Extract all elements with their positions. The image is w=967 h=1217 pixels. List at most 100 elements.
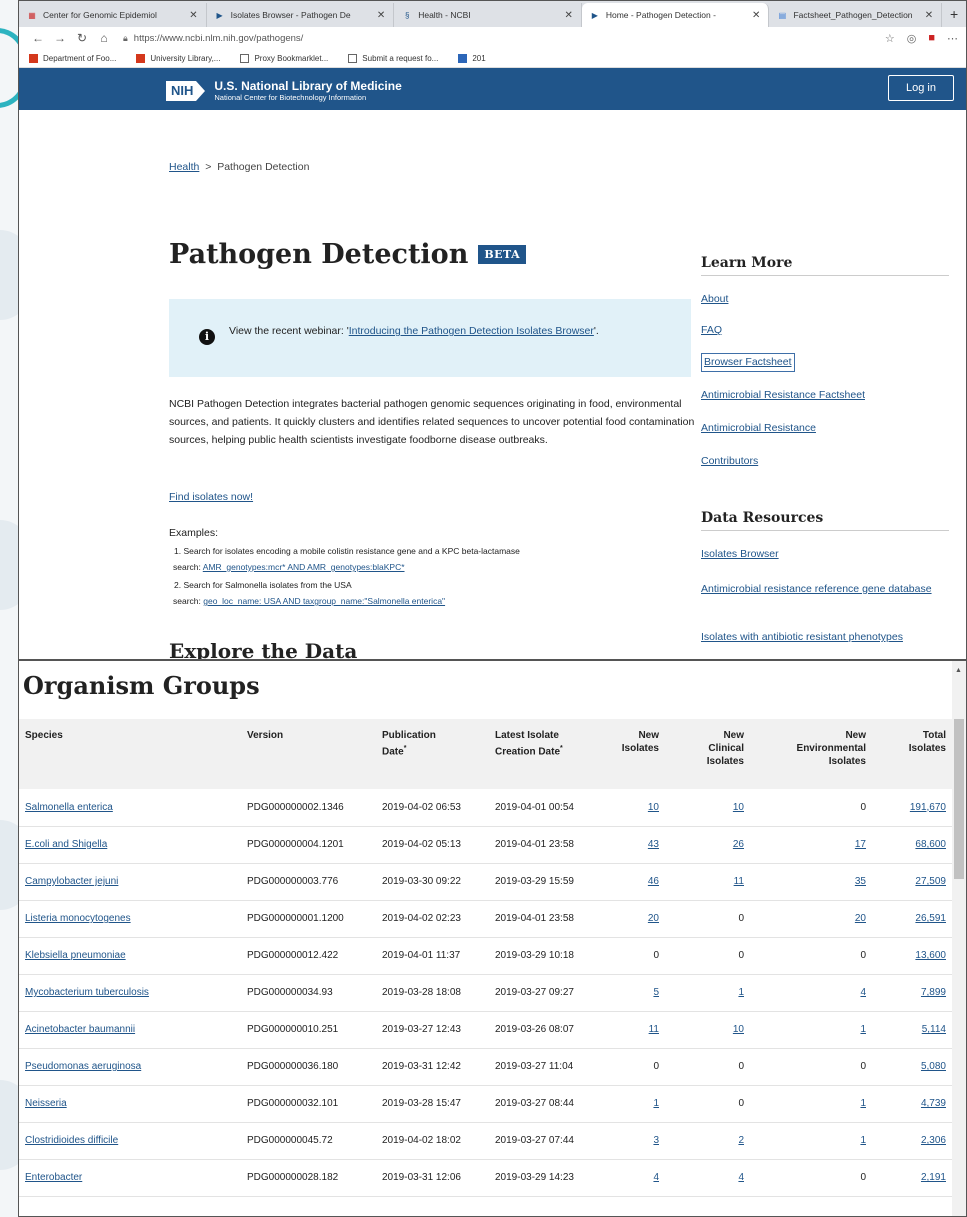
col-new-clinical[interactable]: New Clinical Isolates (665, 719, 750, 789)
total-isolates-link[interactable]: 191,670 (910, 802, 946, 813)
species-link[interactable]: Listeria monocytogenes (25, 913, 131, 924)
species-link[interactable]: Acinetobacter baumannii (25, 1024, 135, 1035)
sidebar-link-amr-factsheet[interactable]: Antimicrobial Resistance Factsheet (701, 387, 941, 404)
reload-icon[interactable]: ↻ (71, 31, 93, 45)
sidebar-link-faq[interactable]: FAQ (701, 322, 941, 339)
browser-tab-active[interactable]: ▶ Home - Pathogen Detection - ✕ (581, 3, 770, 27)
total-isolates-link[interactable]: 68,600 (915, 839, 946, 850)
bookmark-item[interactable]: University Library,... (136, 53, 221, 63)
home-icon[interactable]: ⌂ (93, 31, 115, 45)
bookmark-item[interactable]: Proxy Bookmarklet... (240, 53, 328, 63)
new-clinical-link[interactable]: 10 (733, 802, 744, 813)
species-link[interactable]: Pseudomonas aeruginosa (25, 1061, 141, 1072)
new-isolates-link[interactable]: 3 (653, 1135, 659, 1146)
login-button[interactable]: Log in (888, 75, 954, 101)
scrollbar-thumb[interactable] (954, 719, 964, 879)
scroll-up-icon[interactable]: ▲ (955, 667, 962, 674)
close-icon[interactable]: ✕ (752, 10, 760, 21)
new-clinical-link[interactable]: 11 (734, 876, 744, 887)
total-isolates-link[interactable]: 27,509 (915, 876, 946, 887)
total-isolates-link[interactable]: 2,191 (921, 1172, 946, 1183)
col-new-environmental[interactable]: New Environmental Isolates (750, 719, 872, 789)
new-environmental-link[interactable]: 4 (860, 987, 866, 998)
new-environmental-link[interactable]: 1 (860, 1024, 866, 1035)
total-isolates-link[interactable]: 13,600 (915, 950, 946, 961)
species-link[interactable]: Clostridioides difficile (25, 1135, 118, 1146)
new-environmental-link[interactable]: 17 (855, 839, 866, 850)
total-isolates-link[interactable]: 4,739 (921, 1098, 946, 1109)
browser-tab[interactable]: ▤ Factsheet_Pathogen_Detection ✕ (769, 3, 943, 27)
col-total-isolates[interactable]: Total Isolates (872, 719, 952, 789)
new-environmental-link[interactable]: 20 (855, 913, 866, 924)
sidebar-link-amr[interactable]: Antimicrobial Resistance (701, 420, 941, 437)
new-isolates-link[interactable]: 46 (648, 876, 659, 887)
scrollbar[interactable]: ▲ (952, 661, 966, 1216)
new-isolates-link[interactable]: 1 (653, 1098, 659, 1109)
webinar-link[interactable]: Introducing the Pathogen Detection Isola… (349, 325, 594, 337)
bookmark-item[interactable]: Submit a request fo... (348, 53, 438, 63)
new-isolates-link[interactable]: 43 (648, 839, 659, 850)
sidebar-link-browser-factsheet[interactable]: Browser Factsheet (701, 353, 795, 372)
new-clinical-link[interactable]: 2 (738, 1135, 744, 1146)
total-isolates-link[interactable]: 2,306 (921, 1135, 946, 1146)
latest-date-cell-value: 2019-03-27 08:44 (495, 1098, 574, 1109)
total-isolates-link[interactable]: 7,899 (921, 987, 946, 998)
new-clinical-link[interactable]: 26 (733, 839, 744, 850)
menu-icon[interactable]: ⋯ (947, 32, 958, 45)
publication-date-cell: 2019-04-02 05:13 (376, 826, 489, 864)
new-isolates-link[interactable]: 20 (648, 913, 659, 924)
species-link[interactable]: Campylobacter jejuni (25, 876, 118, 887)
new-clinical-link[interactable]: 10 (733, 1024, 744, 1035)
sidebar-link-amr-database[interactable]: Antimicrobial resistance reference gene … (701, 581, 941, 598)
pdf-extension-icon[interactable]: ■ (928, 32, 935, 44)
browser-tab[interactable]: ▦ Center for Genomic Epidemiol ✕ (19, 3, 207, 27)
back-icon[interactable]: ← (27, 31, 49, 45)
browser-tab[interactable]: § Health - NCBI ✕ (394, 3, 582, 27)
new-environmental-link[interactable]: 1 (860, 1135, 866, 1146)
col-publication-date[interactable]: Publication Date* (376, 719, 489, 789)
sidebar-link-isolates-browser[interactable]: Isolates Browser (701, 546, 941, 563)
species-link[interactable]: Salmonella enterica (25, 802, 113, 813)
bookmark-item[interactable]: 201 (458, 53, 486, 63)
new-isolates-link[interactable]: 11 (649, 1024, 659, 1035)
new-environmental-link[interactable]: 35 (855, 876, 866, 887)
sidebar-link-resistant-phenotypes[interactable]: Isolates with antibiotic resistant pheno… (701, 629, 941, 646)
col-version[interactable]: Version (241, 719, 376, 789)
new-environmental-link[interactable]: 1 (860, 1098, 866, 1109)
new-isolates-link[interactable]: 4 (653, 1172, 659, 1183)
close-icon[interactable]: ✕ (377, 10, 385, 21)
col-species[interactable]: Species (19, 719, 241, 789)
col-latest-creation-date[interactable]: Latest Isolate Creation Date* (489, 719, 601, 789)
sidebar-link-about[interactable]: About (701, 291, 941, 308)
bookmark-label: University Library,... (150, 53, 221, 63)
new-clinical-link[interactable]: 1 (738, 987, 744, 998)
col-new-isolates[interactable]: New Isolates (601, 719, 665, 789)
forward-icon[interactable]: → (49, 31, 71, 45)
new-isolates-link[interactable]: 10 (648, 802, 659, 813)
total-isolates-link[interactable]: 5,114 (922, 1024, 946, 1035)
close-icon[interactable]: ✕ (925, 10, 933, 21)
total-isolates-link[interactable]: 5,080 (921, 1061, 946, 1072)
sidebar-link-contributors[interactable]: Contributors (701, 453, 941, 470)
browser-tab[interactable]: ▶ Isolates Browser - Pathogen De ✕ (207, 3, 395, 27)
find-isolates-link[interactable]: Find isolates now! (169, 491, 253, 503)
species-link[interactable]: Mycobacterium tuberculosis (25, 987, 149, 998)
extension-icon[interactable]: ◎ (907, 32, 917, 45)
new-clinical-link[interactable]: 4 (738, 1172, 744, 1183)
new-isolates-link[interactable]: 5 (653, 987, 659, 998)
breadcrumb-home-link[interactable]: Health (169, 161, 199, 173)
example-2-query-link[interactable]: geo_loc_name: USA AND taxgroup_name:"Sal… (203, 596, 445, 606)
new-tab-button[interactable]: + (942, 3, 966, 27)
species-link[interactable]: E.coli and Shigella (25, 839, 107, 850)
close-icon[interactable]: ✕ (189, 10, 197, 21)
total-isolates-link[interactable]: 26,591 (915, 913, 946, 924)
example-1-query-link[interactable]: AMR_genotypes:mcr* AND AMR_genotypes:bla… (203, 562, 405, 572)
bookmark-item[interactable]: Department of Foo... (29, 53, 116, 63)
star-icon[interactable]: ☆ (885, 32, 895, 45)
nih-logo[interactable]: NIH U.S. National Library of Medicine Na… (166, 79, 402, 102)
species-link[interactable]: Enterobacter (25, 1172, 82, 1183)
url-field[interactable]: 🔒︎ https://www.ncbi.nlm.nih.gov/pathogen… (123, 33, 885, 44)
close-icon[interactable]: ✕ (564, 10, 572, 21)
species-link[interactable]: Klebsiella pneumoniae (25, 950, 126, 961)
species-link[interactable]: Neisseria (25, 1098, 67, 1109)
